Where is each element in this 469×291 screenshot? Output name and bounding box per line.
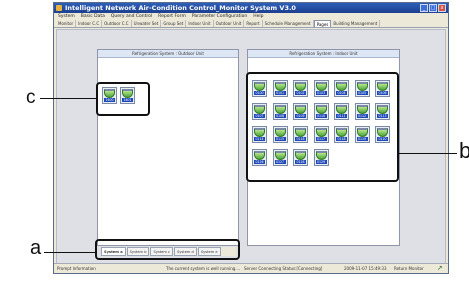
tab-outdoor-unit[interactable]: Outdoor Unit	[214, 20, 245, 27]
callout-c-letter: c	[26, 87, 36, 108]
tab-report[interactable]: Report	[244, 20, 263, 27]
outdoor-unit-panel: Refrigeration System : Outdoor Unit 1600…	[97, 49, 239, 246]
callout-b-letter: b	[459, 138, 469, 163]
window-controls: _ □ x	[420, 4, 446, 12]
menu-report-form[interactable]: Report Form	[158, 13, 186, 20]
status-message: The current system is well running....	[166, 266, 241, 271]
tab-monitor[interactable]: Monitor	[56, 20, 77, 27]
status-datetime: 2009-11-07 15:49:33	[344, 266, 387, 271]
tab-schedule-management[interactable]: Schedule Management	[263, 20, 314, 27]
menu-basic-data[interactable]: Basic Data	[81, 13, 105, 20]
callout-b-line	[399, 153, 457, 154]
app-icon	[56, 5, 62, 11]
title-bar: Intelligent Network Air-Condition Contro…	[54, 3, 448, 13]
tab-bar: Monitor Indoor C.C Outdoor C.C Unwater S…	[54, 20, 448, 28]
menu-help[interactable]: Help	[253, 13, 263, 20]
outdoor-panel-header: Refrigeration System : Outdoor Unit	[98, 50, 238, 58]
callout-c-line	[40, 98, 96, 99]
tab-indoor-unit[interactable]: Indoor Unit	[186, 20, 214, 27]
tab-unwater-set[interactable]: Unwater Set	[132, 20, 162, 27]
status-bar: Prompt Information The current system is…	[54, 263, 448, 273]
tab-indoor-cc[interactable]: Indoor C.C	[76, 20, 103, 27]
close-button[interactable]: x	[438, 4, 446, 12]
window-title: Intelligent Network Air-Condition Contro…	[65, 4, 296, 12]
minimize-button[interactable]: _	[420, 4, 428, 12]
status-prompt: Prompt Information	[57, 266, 96, 271]
return-monitor-label[interactable]: Return Monitor	[394, 264, 424, 273]
menu-system[interactable]: System	[58, 13, 75, 20]
tab-group-set[interactable]: Group Set	[161, 20, 187, 27]
callout-a-box	[95, 239, 240, 260]
callout-b-box	[246, 72, 399, 182]
menu-parameter-configuration[interactable]: Parameter Configuration	[192, 13, 247, 20]
tab-pages[interactable]: Pages	[313, 20, 332, 27]
indoor-panel-header: Refrigeration System : Indoor Unit	[248, 50, 399, 58]
callout-a-line	[44, 252, 95, 253]
tab-outdoor-cc[interactable]: Outdoor C.C	[102, 20, 132, 27]
callout-a-letter: a	[30, 237, 42, 259]
maximize-button[interactable]: □	[429, 4, 437, 12]
arrow-icon[interactable]: ➚	[437, 265, 444, 272]
status-connection: Server Connecting Status:[Connecting]	[244, 266, 323, 271]
menu-bar: System Basic Data Query and Control Repo…	[54, 13, 448, 20]
callout-c-box	[96, 82, 150, 116]
tab-building-management[interactable]: Building Management	[331, 20, 381, 27]
menu-query-control[interactable]: Query and Control	[111, 13, 152, 20]
